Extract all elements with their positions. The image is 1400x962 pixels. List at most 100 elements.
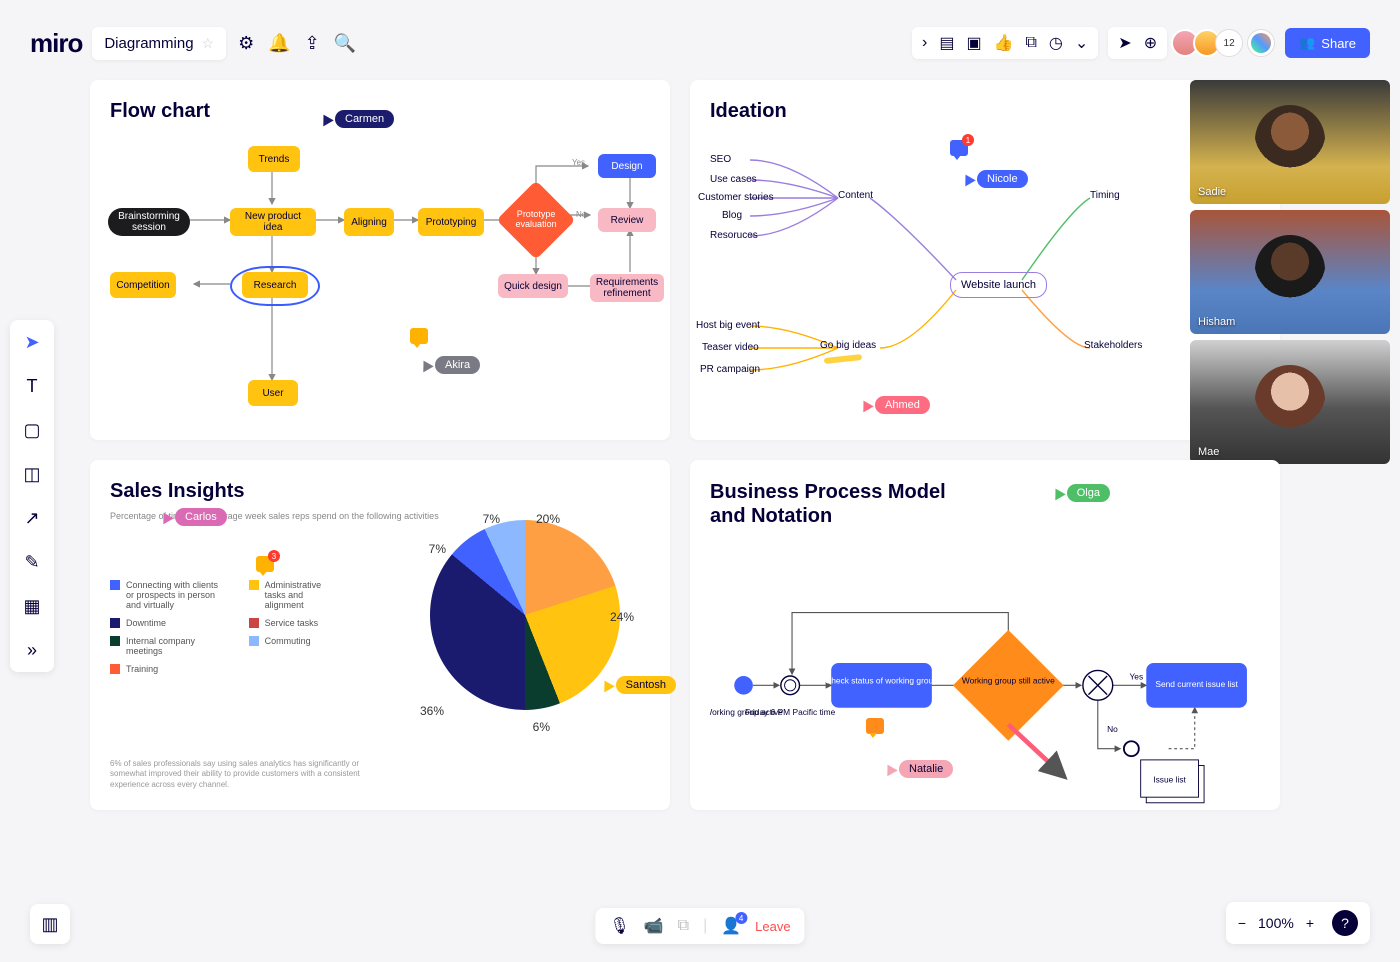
mind-leaf[interactable]: Customer stories xyxy=(698,192,774,203)
mind-leaf[interactable]: SEO xyxy=(710,154,731,165)
search-icon[interactable]: 🔍 xyxy=(334,33,356,54)
text-tool-icon[interactable]: T xyxy=(18,372,46,400)
more-icon[interactable]: ⌄ xyxy=(1075,33,1088,53)
node-evaluation[interactable]: Prototype evaluation xyxy=(496,180,575,259)
cursor-nicole: Nicole xyxy=(962,170,1028,188)
node-brainstorm[interactable]: Brainstorming session xyxy=(108,208,190,236)
pen-tool-icon[interactable]: ✎ xyxy=(18,548,46,576)
legend-item: Internal company meetings xyxy=(110,636,219,656)
cursor-icon xyxy=(158,510,173,525)
miro-logo[interactable]: miro xyxy=(30,28,82,59)
zoom-in-button[interactable]: + xyxy=(1306,915,1314,931)
video-name: Sadie xyxy=(1198,186,1226,198)
frame-tool-icon[interactable]: ▦ xyxy=(18,592,46,620)
collaborator-avatars[interactable]: 12 xyxy=(1177,29,1275,57)
pct-label: 7% xyxy=(483,512,500,526)
node-aligning[interactable]: Aligning xyxy=(344,208,394,236)
node-user[interactable]: User xyxy=(248,380,298,406)
svg-text:No: No xyxy=(1107,724,1118,734)
cursor-tool-icon[interactable]: ➤ xyxy=(1118,33,1131,53)
node-quick-design[interactable]: Quick design xyxy=(498,274,568,298)
node-requirements[interactable]: Requirements refinement xyxy=(590,274,664,302)
panel-toggle-button[interactable]: ▥ xyxy=(30,904,70,944)
participants-icon[interactable]: 👤4 xyxy=(721,916,741,936)
pct-label: 20% xyxy=(536,512,560,526)
more-tools-icon[interactable]: » xyxy=(18,636,46,664)
video-tile[interactable]: Mae xyxy=(1190,340,1390,464)
zoom-out-button[interactable]: − xyxy=(1238,915,1246,931)
flowchart-panel[interactable]: Flow chart Brainstorming session xyxy=(90,80,670,440)
thumbs-icon[interactable]: 👍 xyxy=(994,33,1014,53)
mind-leaf[interactable]: Blog xyxy=(722,210,742,221)
share-button[interactable]: 👥 Share xyxy=(1285,28,1370,58)
mind-timing[interactable]: Timing xyxy=(1090,190,1120,201)
pct-label: 24% xyxy=(610,610,634,624)
mic-icon[interactable]: 🎙 xyxy=(609,916,629,936)
node-prototyping[interactable]: Prototyping xyxy=(418,208,484,236)
mind-leaf[interactable]: Teaser video xyxy=(702,342,759,353)
select-tool-icon[interactable]: ➤ xyxy=(18,328,46,356)
cursor-label: Nicole xyxy=(977,170,1028,188)
panel-title: Sales Insights xyxy=(110,480,650,503)
pct-label: 36% xyxy=(420,704,444,718)
zoom-level[interactable]: 100% xyxy=(1258,915,1294,931)
mind-content[interactable]: Content xyxy=(838,190,873,201)
video-tile[interactable]: Sadie xyxy=(1190,80,1390,204)
avatar-count[interactable]: 12 xyxy=(1215,29,1243,57)
screenshare-icon[interactable]: ⧉ xyxy=(678,917,689,935)
star-icon[interactable]: ☆ xyxy=(202,35,215,52)
flowchart-arrows xyxy=(90,80,670,440)
note-icon[interactable]: ▤ xyxy=(939,33,954,53)
sticky-note-tool-icon[interactable]: ▢ xyxy=(18,416,46,444)
comment-icon[interactable] xyxy=(410,328,428,344)
mind-leaf[interactable]: Host big event xyxy=(696,320,760,331)
notifications-icon[interactable]: 🔔 xyxy=(268,33,290,54)
node-new-product[interactable]: New product idea xyxy=(230,208,316,236)
node-competition[interactable]: Competition xyxy=(110,272,176,298)
canvas[interactable]: Flow chart Brainstorming session xyxy=(90,80,1370,882)
timer-icon[interactable]: ◷ xyxy=(1049,33,1063,53)
arrow-tool-icon[interactable]: ↗ xyxy=(18,504,46,532)
svg-text:Check status of working group: Check status of working group xyxy=(825,675,938,685)
legend-item: Training xyxy=(110,664,219,674)
leave-button[interactable]: Leave xyxy=(755,919,790,934)
cursor-icon xyxy=(599,678,614,693)
mind-ideas[interactable]: Go big ideas xyxy=(820,340,876,351)
chevron-icon[interactable]: › xyxy=(922,34,927,52)
comment-icon[interactable] xyxy=(866,718,884,734)
call-controls: 🎙 📹 ⧉ | 👤4 Leave xyxy=(595,908,804,944)
help-button[interactable]: ? xyxy=(1332,910,1358,936)
legend-item: Administrative tasks and alignment xyxy=(249,580,330,610)
cursor-carlos: Carlos xyxy=(160,508,227,526)
node-trends[interactable]: Trends xyxy=(248,146,300,172)
export-icon[interactable]: ⇪ xyxy=(305,33,320,54)
zoom-tool-icon[interactable]: ⊕ xyxy=(1144,33,1157,53)
footnote: 6% of sales professionals say using sale… xyxy=(110,759,370,790)
settings-icon[interactable]: ⚙ xyxy=(238,33,254,54)
node-design[interactable]: Design xyxy=(598,154,656,178)
video-tile[interactable]: Hisham xyxy=(1190,210,1390,334)
bpmn-panel[interactable]: Business Process Model and Notation xyxy=(690,460,1280,810)
cursor-icon xyxy=(1050,486,1065,501)
topbar: miro Diagramming ☆ ⚙ 🔔 ⇪ 🔍 › ▤ ▣ 👍 ⧉ ◷ ⌄… xyxy=(30,20,1370,66)
shape-tool-icon[interactable]: ◫ xyxy=(18,460,46,488)
mind-stakeholders[interactable]: Stakeholders xyxy=(1084,340,1142,351)
present-icon[interactable]: ▣ xyxy=(966,33,981,53)
mind-leaf[interactable]: Resoruces xyxy=(710,230,758,241)
comment-icon[interactable]: 3 xyxy=(256,556,274,572)
cursor-label: Santosh xyxy=(616,676,676,694)
board-name-container[interactable]: Diagramming ☆ xyxy=(92,27,226,60)
comment-icon[interactable]: 1 xyxy=(950,140,968,156)
sales-panel[interactable]: Sales Insights Percentage of time in an … xyxy=(90,460,670,810)
node-review[interactable]: Review xyxy=(598,208,656,232)
svg-text:Send current issue list: Send current issue list xyxy=(1155,679,1238,689)
avatar-globe[interactable] xyxy=(1247,29,1275,57)
mind-leaf[interactable]: Use cases xyxy=(710,174,757,185)
pie-chart xyxy=(430,520,620,710)
embed-icon[interactable]: ⧉ xyxy=(1025,34,1036,52)
legend-item: Service tasks xyxy=(249,618,330,628)
mind-center[interactable]: Website launch xyxy=(950,272,1047,298)
camera-icon[interactable]: 📹 xyxy=(644,916,664,936)
cursor-santosh: Santosh xyxy=(601,676,676,694)
mind-leaf[interactable]: PR campaign xyxy=(700,364,760,375)
